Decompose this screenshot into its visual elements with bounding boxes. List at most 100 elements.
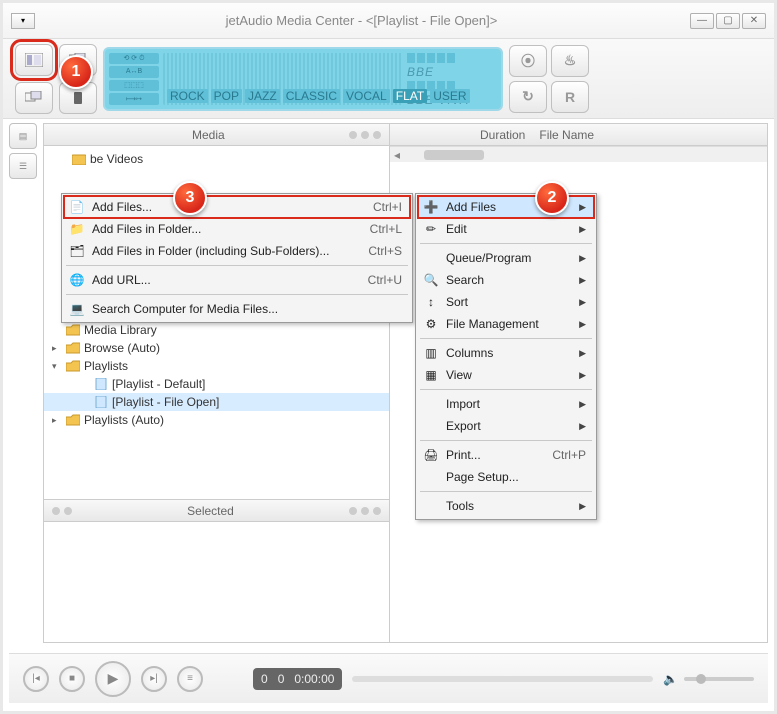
- rec-button[interactable]: ≡: [177, 666, 203, 692]
- close-button[interactable]: ✕: [742, 13, 766, 29]
- view-mode-button[interactable]: [15, 44, 53, 76]
- time-display: 000:00:00: [253, 668, 342, 690]
- blank-icon: [422, 497, 440, 515]
- display-chip[interactable]: A↔B: [109, 66, 159, 78]
- playlist-context-menu[interactable]: ➕Add Files▶✏Edit▶Queue/Program▶🔍Search▶↕…: [415, 193, 597, 520]
- rail-nav-button[interactable]: ▤: [9, 123, 37, 149]
- tree-item[interactable]: [Playlist - File Open]: [44, 393, 389, 411]
- display-chip[interactable]: ⬚⬚⬚: [109, 80, 159, 92]
- menu-item[interactable]: 📁Add Files in Folder...Ctrl+L: [64, 218, 410, 240]
- eq-tag[interactable]: VOCAL: [343, 89, 390, 103]
- rail-library-button[interactable]: ☰: [9, 153, 37, 179]
- title-bar: ▾ jetAudio Media Center - <[Playlist - F…: [3, 3, 774, 39]
- display-chip[interactable]: ⟲ ⟳ ⏱: [109, 53, 159, 65]
- next-track-button[interactable]: ▸|: [141, 666, 167, 692]
- add-files-submenu[interactable]: 📄Add Files...Ctrl+I 📁 Add Files in Folder.…: [61, 193, 413, 323]
- tree-item[interactable]: ▸Browse (Auto): [44, 339, 389, 357]
- callout-3: 3: [173, 181, 207, 215]
- effect-button[interactable]: R: [551, 81, 589, 113]
- globe-icon: 🌐: [68, 271, 86, 289]
- menu-item[interactable]: 🗂Add Files in Folder (including Sub-Fold…: [64, 240, 410, 262]
- menu-item[interactable]: 📄Add Files...Ctrl+I: [64, 196, 410, 218]
- pencil-icon: ✏: [422, 220, 440, 238]
- selected-list[interactable]: [44, 522, 389, 642]
- blank-icon: [422, 468, 440, 486]
- minimize-button[interactable]: —: [690, 13, 714, 29]
- menu-item-label: Print...: [446, 448, 526, 462]
- system-menu-button[interactable]: ▾: [11, 13, 35, 29]
- display-chip[interactable]: ⟼↦: [109, 93, 159, 105]
- toolbar: ⟲ ⟳ ⏱A↔B ⬚⬚⬚⟼↦ ROCKPOPJAZZCLASSICVOCALFLA…: [3, 39, 774, 119]
- menu-item[interactable]: 🌐Add URL...Ctrl+U: [64, 269, 410, 291]
- window-title: jetAudio Media Center - <[Playlist - Fil…: [35, 13, 688, 28]
- menu-item[interactable]: Export ▶: [418, 415, 594, 437]
- menu-item-label: File Management: [446, 317, 553, 331]
- menu-item[interactable]: Import▶: [418, 393, 594, 415]
- menu-item-label: Queue/Program: [446, 251, 553, 265]
- tree-item[interactable]: ▾Playlists: [44, 357, 389, 375]
- search-icon: 🔍: [422, 271, 440, 289]
- menu-item[interactable]: 💻Search Computer for Media Files...: [64, 298, 410, 320]
- menu-item[interactable]: Tools▶: [418, 495, 594, 517]
- stop-button[interactable]: ■: [59, 666, 85, 692]
- h-scrollbar[interactable]: ◂: [390, 146, 767, 162]
- eq-preset-tags[interactable]: ROCKPOPJAZZCLASSICVOCALFLATUSER: [167, 89, 470, 103]
- gear-icon: ⚙: [422, 315, 440, 333]
- menu-item[interactable]: ▥Columns▶: [418, 342, 594, 364]
- volume-icon[interactable]: 🔈: [663, 672, 678, 686]
- submenu-arrow-icon: ▶: [579, 421, 586, 432]
- submenu-arrow-icon: ▶: [579, 297, 586, 308]
- menu-item[interactable]: 🔍Search▶: [418, 269, 594, 291]
- equalizer-display: ROCKPOPJAZZCLASSICVOCALFLATUSER: [163, 53, 403, 105]
- menu-item-label: View: [446, 368, 553, 382]
- menu-item-label: Add Files in Folder...: [92, 222, 344, 236]
- menu-item-label: Search: [446, 273, 553, 287]
- blank-icon: [422, 249, 440, 267]
- menu-item-label: Import: [446, 397, 553, 411]
- menu-item[interactable]: ⚙ File Management ▶: [418, 313, 594, 335]
- col-duration[interactable]: Duration: [480, 128, 525, 142]
- submenu-arrow-icon: ▶: [579, 319, 586, 330]
- add-folder-icon: 📁: [68, 220, 86, 238]
- tree-item[interactable]: [Playlist - Default]: [44, 375, 389, 393]
- menu-item[interactable]: ✏Edit▶: [418, 218, 594, 240]
- blank-icon: [422, 417, 440, 435]
- eq-tag[interactable]: CLASSIC: [283, 89, 340, 103]
- volume-slider[interactable]: [684, 677, 754, 681]
- tree-item[interactable]: ▸Playlists (Auto): [44, 411, 389, 429]
- maximize-button[interactable]: ▢: [716, 13, 740, 29]
- eq-tag[interactable]: USER: [430, 89, 469, 103]
- col-filename[interactable]: File Name: [539, 128, 594, 142]
- menu-item[interactable]: ↕Sort▶: [418, 291, 594, 313]
- tree-item[interactable]: Media Library: [44, 321, 389, 339]
- add-file-icon: 📄: [68, 198, 86, 216]
- prev-track-button[interactable]: |◂: [23, 666, 49, 692]
- tree-item-partial[interactable]: be Videos: [44, 150, 389, 168]
- menu-item[interactable]: ▦View▶: [418, 364, 594, 386]
- menu-item-label: Export: [446, 419, 553, 433]
- menu-item[interactable]: Page Setup...: [418, 466, 594, 488]
- callout-2: 2: [535, 181, 569, 215]
- submenu-arrow-icon: ▶: [579, 253, 586, 264]
- eq-tag[interactable]: ROCK: [167, 89, 208, 103]
- screens2-button[interactable]: [15, 82, 53, 114]
- display-panel: ⟲ ⟳ ⏱A↔B ⬚⬚⬚⟼↦ ROCKPOPJAZZCLASSICVOCALFLA…: [103, 47, 503, 111]
- eq-tag[interactable]: FLAT: [393, 89, 427, 103]
- media-pane-header: Media: [44, 124, 389, 146]
- eq-tag[interactable]: POP: [211, 89, 242, 103]
- effect-button[interactable]: ⦿: [509, 45, 547, 77]
- menu-item[interactable]: 🖨Print...Ctrl+P: [418, 444, 594, 466]
- menu-item-label: Add Files in Folder (including Sub-Folde…: [92, 244, 342, 258]
- menu-item[interactable]: Queue/Program ▶: [418, 247, 594, 269]
- effect-button[interactable]: ↻: [509, 81, 547, 113]
- bbe-label: BBE: [407, 65, 497, 79]
- submenu-arrow-icon: ▶: [579, 202, 586, 213]
- effect-button[interactable]: ♨: [551, 45, 589, 77]
- device-icon: [69, 91, 87, 105]
- columns-icon: ▥: [422, 344, 440, 362]
- monitors2-icon: [25, 91, 43, 105]
- progress-slider[interactable]: [352, 676, 653, 682]
- plus-icon: ➕: [422, 198, 440, 216]
- play-button[interactable]: ▶: [95, 661, 131, 697]
- eq-tag[interactable]: JAZZ: [245, 89, 280, 103]
